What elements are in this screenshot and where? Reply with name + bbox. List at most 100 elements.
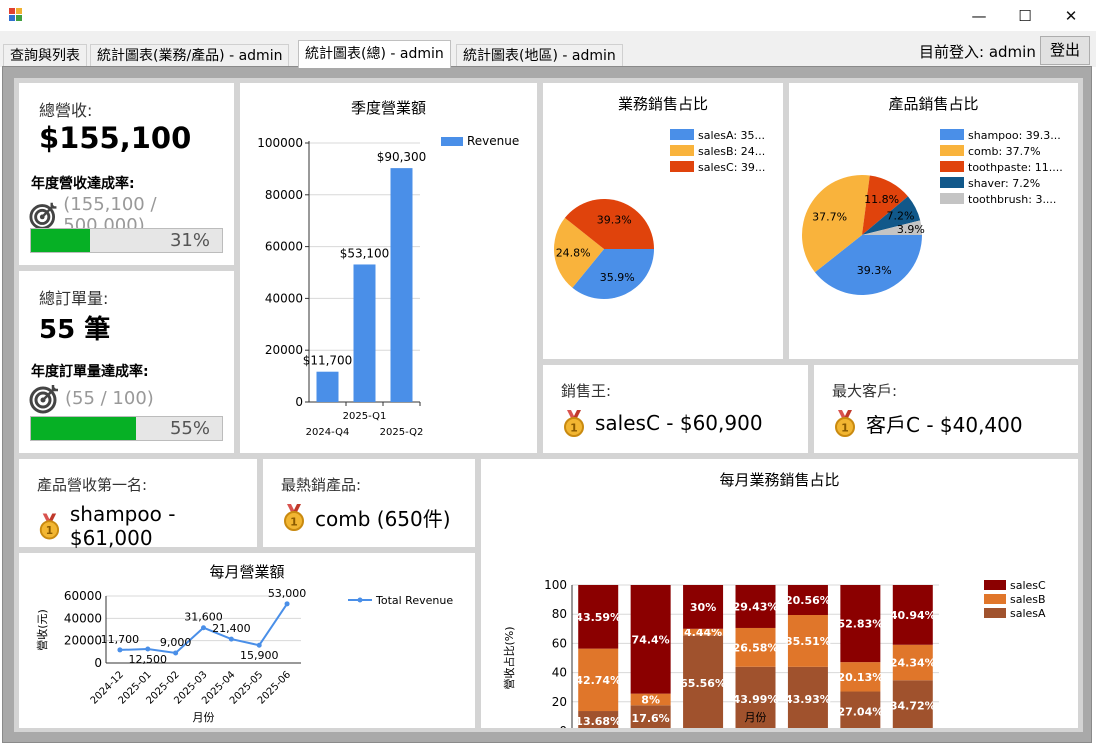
legend-swatch [670,145,694,156]
y-tick-label: 40000 [265,291,303,305]
orders-progress-text: 55% [169,418,210,439]
top-sales-row: 1 salesC - $60,900 [559,408,763,438]
orders-target-text: (55 / 100) [65,387,154,409]
tab-query-list[interactable]: 查詢與列表 [3,44,87,67]
data-point [117,647,123,653]
top-sales-value: salesC - $60,900 [595,411,763,435]
legend-label: salesA: 35... [698,129,765,142]
y-axis-label: 營收占比(%) [502,626,516,689]
legend-label: salesC: 39... [698,161,765,174]
data-point [173,650,179,656]
data-label: $53,100 [340,246,390,260]
data-label: 9,000 [160,636,192,649]
top-product-revenue-value: shampoo - $61,000 [69,502,176,550]
tab-sales-product-charts[interactable]: 統計圖表(業務/產品) - admin [90,44,290,67]
minimize-button[interactable]: — [956,0,1002,31]
legend-label: salesB: 24... [698,145,765,158]
legend-label: salesB [1010,593,1046,606]
top-product-revenue-card: 產品營收第一名: 1 shampoo - $61,000 [19,459,257,550]
monthly-revenue-card: 每月營業額 0 20000 40000 60000 11,700 2024-12 12,50… [19,553,475,728]
data-label: 53,000 [268,587,307,600]
bar [316,371,339,402]
top-product-revenue-row: 1 shampoo - $61,000 [35,502,257,550]
y-tick-label: 0 [295,395,303,409]
y-tick-label: 40000 [64,611,102,625]
top-customer-value: 客戶C - $40,400 [866,412,1023,437]
y-tick-label: 80000 [265,188,303,202]
sales-share-chart: 35.9% 24.8% 39.3% salesA: 35... salesB: 24..… [554,129,765,299]
svg-text:1: 1 [570,422,578,435]
top-sales-card: 銷售王: 1 salesC - $60,900 [543,365,808,453]
slice-label: 11.8% [864,193,899,206]
slice-label: 37.7% [812,211,847,224]
y-tick-label: 0 [94,656,102,670]
top-product-qty-value: comb (650件) [315,506,451,531]
orders-value: 55 筆 [39,315,111,345]
top-product-qty-label: 最熱銷產品: [281,476,362,494]
legend-swatch [670,129,694,140]
orders-card: 總訂單量: 55 筆 年度訂單量達成率: (55 / 100) 55% [19,271,234,453]
y-tick-label: 20000 [64,634,102,648]
revenue-progress-fill [31,229,91,252]
data-point [201,625,206,631]
medal-icon: 1 [564,410,584,437]
data-label: 43.93% [785,693,831,706]
data-label: 29.43% [733,600,779,613]
data-label: 17.6% [632,712,670,725]
legend-label: comb: 37.7% [968,145,1041,158]
legend-label: shampoo: 39.3... [968,129,1061,142]
monthly-revenue-chart: 020000400006000011,7002024-1212,5002025-… [35,587,453,724]
svg-text:1: 1 [841,422,849,435]
tab-region-charts[interactable]: 統計圖表(地區) - admin [456,44,623,67]
orders-label: 總訂單量: [39,289,109,308]
target-icon [29,202,57,230]
slice-label: 3.9% [897,223,925,236]
top-product-revenue-label: 產品營收第一名: [37,476,148,494]
legend-label: Total Revenue [375,594,453,607]
data-label: 24.34% [890,657,936,670]
data-label: 52.83% [837,618,883,631]
revenue-rate-label: 年度營收達成率: [31,176,135,192]
legend-swatch [670,161,694,172]
revenue-progress-text: 31% [169,230,210,251]
y-tick-label: 20 [552,695,567,709]
quarterly-revenue-card: 季度營業額 0 20000 40000 60000 80000 100000 $11,700… [240,83,537,453]
revenue-progress-bar: 31% [30,228,223,253]
y-tick-label: 60 [552,636,567,650]
data-point [145,646,151,652]
legend-swatch [940,193,964,204]
orders-target: (55 / 100) [29,382,154,414]
maximize-button[interactable]: ☐ [1002,0,1048,31]
monthly-sales-share-chart: 02040608010013.68%42.74%43.59%2024-1217.… [502,578,1046,728]
tab-overall-charts[interactable]: 統計圖表(總) - admin [298,40,451,68]
x-axis-label: 月份 [745,711,767,724]
close-button[interactable]: ✕ [1048,0,1094,31]
legend-swatch [984,594,1006,604]
slice-label: 7.2% [887,209,915,222]
data-label: 65.56% [680,677,726,690]
legend-swatch [940,177,964,188]
data-point [228,636,234,642]
bar [353,264,376,402]
data-label: 11,700 [101,633,140,646]
data-label: 27.04% [837,705,883,718]
legend-swatch [940,145,964,156]
slice-label: 24.8% [556,246,591,259]
x-tick-label: 2025-Q2 [380,427,424,438]
data-point [284,601,290,607]
target-icon [29,385,58,414]
data-label: 8% [641,693,660,706]
sales-share-card: 業務銷售占比 35.9% 24.8% 39.3% salesA: 35... sales… [543,83,783,359]
y-axis-label: 營收(元) [35,609,49,651]
data-point [256,642,262,648]
monthly-sales-share-card: 每月業務銷售占比 02040608010013.68%42.74%43.59%2… [481,459,1078,728]
logout-button[interactable]: 登出 [1040,36,1090,65]
y-tick-label: 20000 [265,343,303,357]
legend-label: toothbrush: 3.... [968,193,1056,206]
medal-icon: 1 [835,410,855,437]
medal-icon: 1 [284,504,304,531]
orders-rate-label: 年度訂單量達成率: [31,364,149,380]
y-tick-label: 100000 [257,136,303,150]
data-label: $11,700 [303,354,353,368]
legend-label: salesC [1010,579,1046,592]
